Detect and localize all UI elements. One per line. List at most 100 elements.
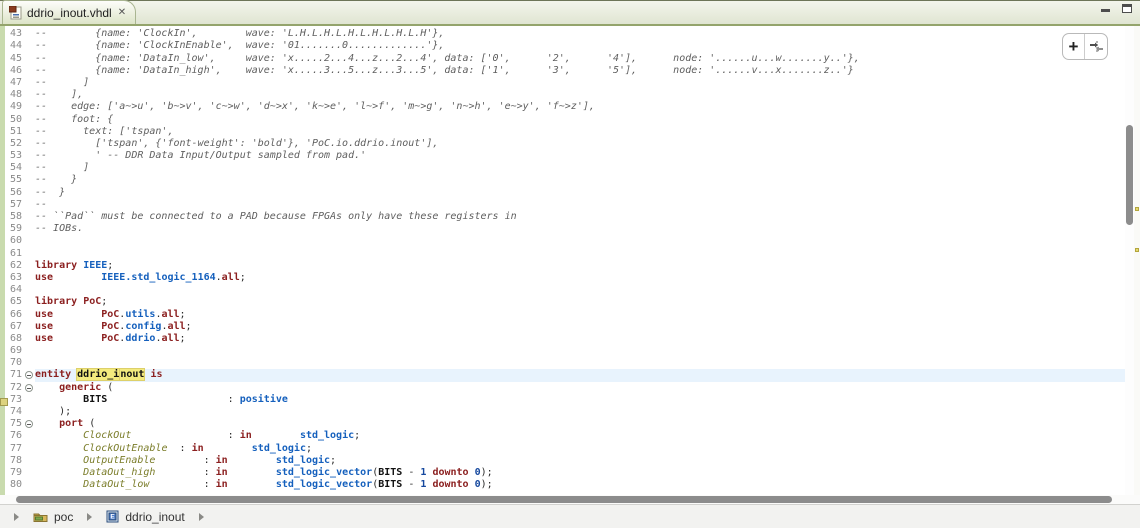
line-number[interactable]: 60	[0, 235, 24, 247]
line-number[interactable]: 71	[0, 369, 24, 381]
code-line[interactable]: 57 --	[0, 199, 1126, 211]
code-text[interactable]: -- edge: ['a~>u', 'b~>v', 'c~>w', 'd~>x'…	[35, 101, 1126, 113]
code-text[interactable]: ClockOutEnable : in std_logic;	[35, 443, 1126, 455]
code-line[interactable]: 48 -- ],	[0, 89, 1126, 101]
code-text[interactable]: use PoC.ddrio.all;	[35, 333, 1126, 345]
line-number[interactable]: 77	[0, 443, 24, 455]
code-line[interactable]: 67 use PoC.config.all;	[0, 321, 1126, 333]
code-line[interactable]: 52 -- ['tspan', {'font-weight': 'bold'}, …	[0, 138, 1126, 150]
code-line[interactable]: 49 -- edge: ['a~>u', 'b~>v', 'c~>w', 'd~>…	[0, 101, 1126, 113]
overview-occurrence-tick[interactable]	[1135, 248, 1139, 252]
code-line[interactable]: 61	[0, 248, 1126, 260]
code-text[interactable]: library PoC;	[35, 296, 1126, 308]
fold-collapse-icon[interactable]	[25, 420, 33, 429]
code-text[interactable]: -- ``Pad`` must be connected to a PAD be…	[35, 211, 1126, 223]
line-number[interactable]: 44	[0, 40, 24, 52]
minimize-icon[interactable]	[1101, 9, 1110, 12]
code-text[interactable]: -- ],	[35, 89, 1126, 101]
code-line[interactable]: 79 DataOut_high : in std_logic_vector(BI…	[0, 467, 1126, 479]
code-line[interactable]: 64	[0, 284, 1126, 296]
line-number[interactable]: 45	[0, 53, 24, 65]
code-text[interactable]: -- ' -- DDR Data Input/Output sampled fr…	[35, 150, 1126, 162]
breadcrumb-item-ddrio-inout[interactable]: E ddrio_inout	[102, 508, 188, 526]
code-line[interactable]: 77 ClockOutEnable : in std_logic;	[0, 443, 1126, 455]
code-line[interactable]: 55 -- }	[0, 174, 1126, 186]
occurrence-marker-icon[interactable]	[0, 398, 8, 406]
line-number[interactable]: 54	[0, 162, 24, 174]
code-line[interactable]: 54 -- ]	[0, 162, 1126, 174]
vertical-scrollbar[interactable]	[1125, 26, 1134, 495]
code-line[interactable]: 46 -- {name: 'DataIn_high', wave: 'x.....…	[0, 65, 1126, 77]
line-number[interactable]: 62	[0, 260, 24, 272]
code-line[interactable]: 78 OutputEnable : in std_logic;	[0, 455, 1126, 467]
line-number[interactable]: 61	[0, 248, 24, 260]
code-line[interactable]: 45 -- {name: 'DataIn_low', wave: 'x.....2…	[0, 53, 1126, 65]
code-line[interactable]: 62 library IEEE;	[0, 260, 1126, 272]
code-text[interactable]: -- text: ['tspan',	[35, 126, 1126, 138]
code-text[interactable]: --	[35, 199, 1126, 211]
code-rows[interactable]: 42-- ['DataIn',43-- {name: 'ClockIn', wa…	[0, 26, 1126, 491]
code-line[interactable]: 44 -- {name: 'ClockInEnable', wave: '01..…	[0, 40, 1126, 52]
line-number[interactable]: 55	[0, 174, 24, 186]
code-text[interactable]: -- ['tspan', {'font-weight': 'bold'}, 'P…	[35, 138, 1126, 150]
line-number[interactable]: 50	[0, 114, 24, 126]
code-line[interactable]: 56 -- }	[0, 187, 1126, 199]
line-number[interactable]: 79	[0, 467, 24, 479]
code-text[interactable]: -- }	[35, 187, 1126, 199]
line-number[interactable]: 47	[0, 77, 24, 89]
code-text[interactable]: use PoC.utils.all;	[35, 309, 1126, 321]
line-number[interactable]: 78	[0, 455, 24, 467]
add-button[interactable]: +	[1063, 34, 1085, 59]
line-number[interactable]: 46	[0, 65, 24, 77]
line-number[interactable]: 65	[0, 296, 24, 308]
line-number[interactable]: 51	[0, 126, 24, 138]
fold-collapse-icon[interactable]	[25, 371, 33, 380]
line-number[interactable]: 59	[0, 223, 24, 235]
code-line[interactable]: 47 -- ]	[0, 77, 1126, 89]
overview-occurrence-tick[interactable]	[1135, 207, 1139, 211]
line-number[interactable]: 68	[0, 333, 24, 345]
code-text[interactable]: DataOut_high : in std_logic_vector(BITS …	[35, 467, 1126, 479]
line-number[interactable]: 69	[0, 345, 24, 357]
convert-whitespace-button[interactable]	[1085, 34, 1107, 59]
code-text[interactable]: use IEEE.std_logic_1164.all;	[35, 272, 1126, 284]
code-line[interactable]: 60	[0, 235, 1126, 247]
code-text[interactable]: -- foot: {	[35, 114, 1126, 126]
code-text[interactable]: library IEEE;	[35, 260, 1126, 272]
chevron-right-icon[interactable]	[87, 512, 93, 521]
code-text[interactable]: entity ddrio_inout is	[35, 368, 1126, 382]
code-text[interactable]: generic (	[35, 382, 1126, 394]
line-number[interactable]: 53	[0, 150, 24, 162]
line-number[interactable]: 52	[0, 138, 24, 150]
code-text[interactable]: -- ]	[35, 77, 1126, 89]
code-text[interactable]: BITS : positive	[35, 394, 1126, 406]
vertical-scrollbar-thumb[interactable]	[1126, 125, 1133, 225]
line-number[interactable]: 64	[0, 284, 24, 296]
tab-ddrio-inout-vhdl[interactable]: ddrio_inout.vhdl ✕	[2, 0, 137, 24]
code-line[interactable]: 66 use PoC.utils.all;	[0, 309, 1126, 321]
code-line[interactable]: 43 -- {name: 'ClockIn', wave: 'L.H.L.H.L.…	[0, 28, 1126, 40]
code-line[interactable]: 58 -- ``Pad`` must be connected to a PAD …	[0, 211, 1126, 223]
code-text[interactable]: -- {name: 'DataIn_low', wave: 'x.....2..…	[35, 53, 1126, 65]
code-text[interactable]: -- ]	[35, 162, 1126, 174]
line-number[interactable]: 63	[0, 272, 24, 284]
code-text[interactable]: -- IOBs.	[35, 223, 1126, 235]
code-line[interactable]: 73 BITS : positive	[0, 394, 1126, 406]
line-number[interactable]: 67	[0, 321, 24, 333]
code-text[interactable]: ClockOut : in std_logic;	[35, 430, 1126, 442]
chevron-right-icon[interactable]	[14, 512, 19, 521]
code-line[interactable]: 65 library PoC;	[0, 296, 1126, 308]
code-line[interactable]: 59 -- IOBs.	[0, 223, 1126, 235]
code-text[interactable]	[35, 345, 1126, 357]
tab-close-icon[interactable]: ✕	[117, 7, 127, 18]
code-line[interactable]: 71 entity ddrio_inout is	[0, 368, 1126, 382]
line-number[interactable]: 74	[0, 406, 24, 418]
code-text[interactable]: -- }	[35, 174, 1126, 186]
code-text[interactable]: DataOut_low : in std_logic_vector(BITS -…	[35, 479, 1126, 491]
code-line[interactable]: 63 use IEEE.std_logic_1164.all;	[0, 272, 1126, 284]
code-text[interactable]: -- {name: 'ClockInEnable', wave: '01....…	[35, 40, 1126, 52]
code-text[interactable]: -- {name: 'DataIn_high', wave: 'x.....3.…	[35, 65, 1126, 77]
line-number[interactable]: 72	[0, 382, 24, 394]
code-text[interactable]	[35, 235, 1126, 247]
line-number[interactable]: 48	[0, 89, 24, 101]
